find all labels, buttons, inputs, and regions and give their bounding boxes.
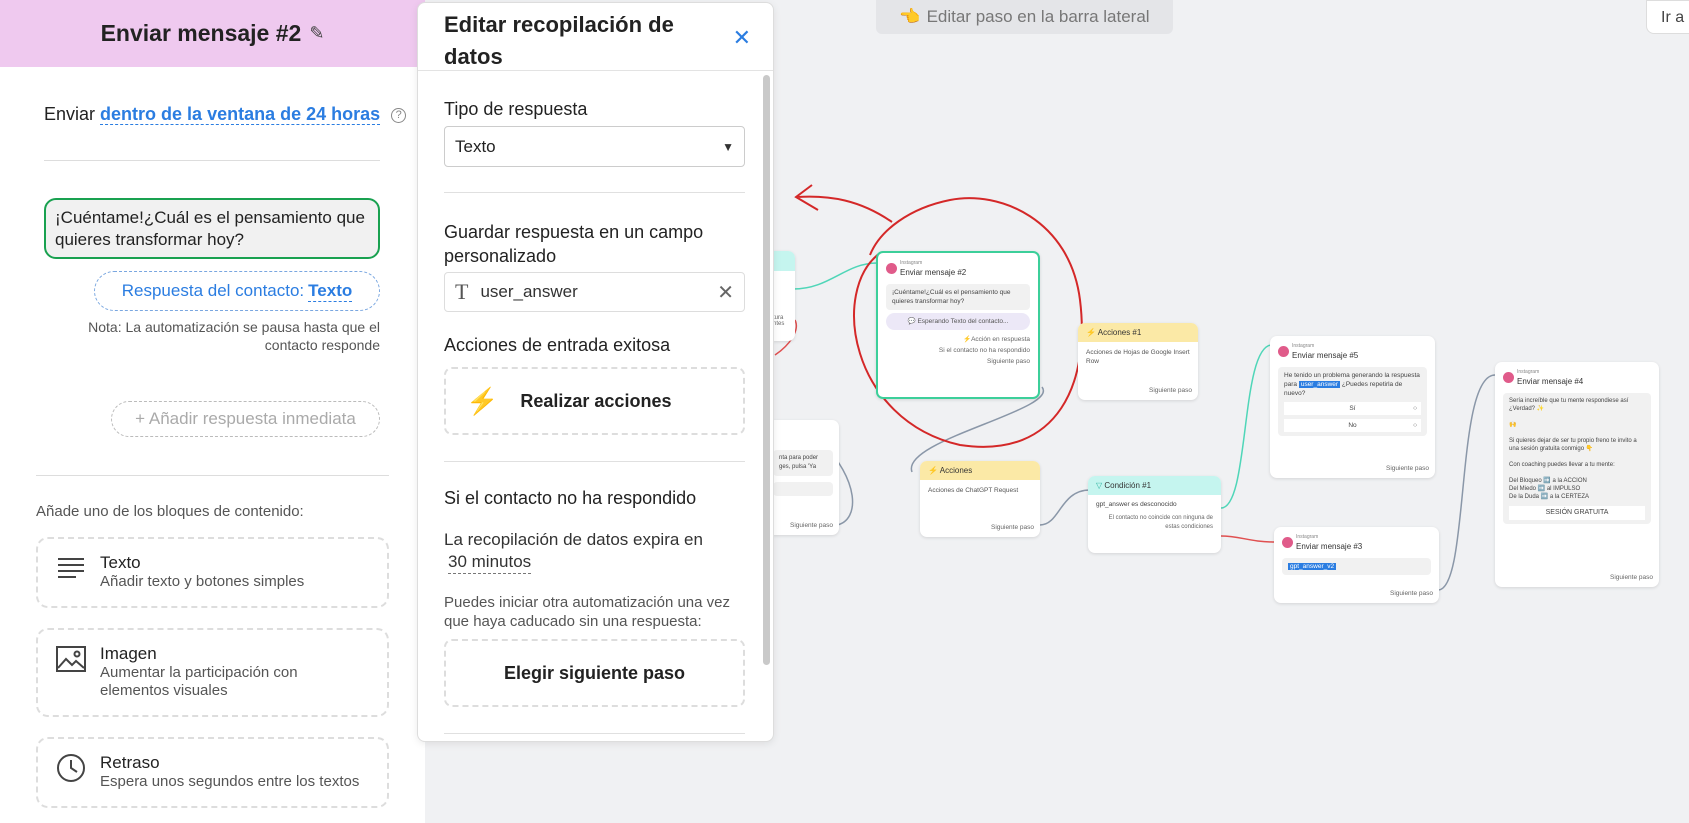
- expiry-note: Puedes iniciar otra automatización una v…: [444, 594, 730, 630]
- bolt-icon: ⚡: [466, 385, 499, 416]
- response-type-select[interactable]: Texto ▼: [444, 126, 745, 167]
- edit-data-collection-panel: Editar recopilación de datos ✕ Tipo de r…: [417, 2, 774, 742]
- node-condition-1[interactable]: ▽ Condición #1 gpt_answer es desconocido…: [1088, 476, 1221, 553]
- perform-actions-button[interactable]: ⚡ Realizar acciones: [444, 367, 745, 435]
- step-title[interactable]: Enviar mensaje #2: [101, 20, 302, 47]
- bolt-small-icon: ⚡: [928, 466, 940, 475]
- node-partial-top[interactable]: tura ntes: [773, 251, 795, 341]
- node-send-message-5[interactable]: Instagram Enviar mensaje #5 He tenido un …: [1270, 336, 1435, 478]
- response-type-label: Tipo de respuesta: [444, 99, 588, 119]
- instagram-icon: [1282, 537, 1293, 548]
- sidebar: Enviar mensaje #2 ✎ Enviar dentro de la …: [0, 0, 425, 823]
- block-image[interactable]: Imagen Aumentar la participación con ele…: [36, 628, 389, 717]
- instagram-icon: [1278, 346, 1289, 357]
- bolt-small-icon: ⚡: [963, 336, 972, 343]
- block-text[interactable]: Texto Añadir texto y botones simples: [36, 537, 389, 608]
- help-icon[interactable]: ?: [391, 107, 407, 123]
- divider: [44, 160, 380, 161]
- divider: [36, 475, 389, 476]
- node-send-message-4[interactable]: Instagram Enviar mensaje #4 Sería increíb…: [1495, 362, 1659, 587]
- pencil-icon[interactable]: ✎: [309, 23, 324, 44]
- custom-field-input[interactable]: T user_answer ✕: [444, 272, 745, 312]
- save-custom-field-label: Guardar respuesta en un campo personaliz…: [444, 222, 704, 266]
- instagram-icon: [886, 263, 897, 274]
- block-delay[interactable]: Retraso Espera unos segundos entre los t…: [36, 737, 389, 808]
- caret-down-icon: ▼: [722, 139, 734, 154]
- panel-header: Editar recopilación de datos ✕: [418, 3, 773, 71]
- bolt-small-icon: ⚡: [1086, 328, 1098, 337]
- send-window-link[interactable]: dentro de la ventana de 24 horas: [100, 104, 381, 125]
- free-session-button[interactable]: SESIÓN GRATUITA: [1509, 506, 1645, 520]
- node-send-message-3[interactable]: Instagram Enviar mensaje #3 gpt_answer_v2…: [1274, 527, 1439, 603]
- option-yes[interactable]: Sí ○: [1284, 402, 1421, 415]
- image-icon: [56, 644, 86, 674]
- pause-note: Nota: La automatización se pausa hasta q…: [88, 319, 380, 353]
- blocks-label: Añade uno de los bloques de contenido:: [36, 503, 304, 520]
- divider: [444, 461, 745, 462]
- no-reply-label: Si el contacto no ha respondido: [444, 488, 697, 508]
- close-icon[interactable]: ✕: [733, 25, 751, 51]
- node-send-message-2[interactable]: Instagram Enviar mensaje #2 ¡Cuéntame!¿Cu…: [876, 251, 1040, 399]
- sidebar-header: Enviar mensaje #2 ✎: [0, 0, 425, 67]
- divider: [444, 192, 745, 193]
- divider: [444, 733, 745, 734]
- clock-icon: [56, 753, 86, 783]
- contact-response-pill[interactable]: Respuesta del contacto: Texto: [94, 271, 380, 311]
- node-actions[interactable]: ⚡ Acciones Acciones de ChatGPT Request S…: [920, 461, 1040, 537]
- panel-scrollbar[interactable]: [763, 75, 770, 665]
- add-immediate-reply-button[interactable]: + Añadir respuesta inmediata: [111, 401, 380, 437]
- text-lines-icon: [56, 553, 86, 583]
- panel-title: Editar recopilación de datos: [444, 12, 674, 69]
- choose-next-step-button[interactable]: Elegir siguiente paso: [444, 639, 745, 707]
- expiry-row: La recopilación de datos expira en 30 mi…: [444, 529, 703, 574]
- clear-icon[interactable]: ✕: [717, 280, 734, 305]
- success-actions-label: Acciones de entrada exitosa: [444, 335, 671, 355]
- node-actions-1[interactable]: ⚡ Acciones #1 Acciones de Hojas de Googl…: [1078, 323, 1198, 400]
- node-partial-bottom[interactable]: nta para poder ges, pulsa 'Ya Siguiente …: [773, 420, 839, 535]
- text-type-icon: T: [455, 279, 469, 304]
- response-type-link[interactable]: Texto: [308, 281, 353, 302]
- send-window-row: Enviar dentro de la ventana de 24 horas …: [44, 104, 407, 125]
- instagram-icon: [1503, 372, 1514, 383]
- option-no[interactable]: No ○: [1284, 419, 1421, 432]
- message-text-block[interactable]: ¡Cuéntame!¿Cuál es el pensamiento que qu…: [44, 198, 380, 259]
- expiry-duration-link[interactable]: 30 minutos: [448, 551, 532, 574]
- chat-icon: 💬: [907, 318, 918, 325]
